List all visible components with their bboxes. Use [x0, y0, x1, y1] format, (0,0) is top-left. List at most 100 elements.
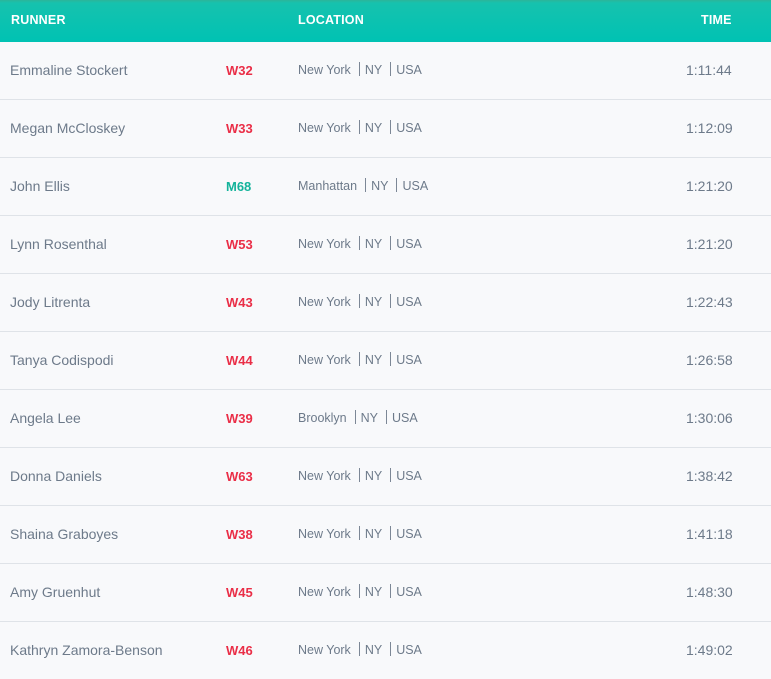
location-separator [358, 642, 360, 656]
location-city: New York [298, 353, 351, 367]
location-separator [358, 352, 360, 366]
location-country: USA [396, 643, 422, 657]
division-badge: W63 [226, 469, 253, 484]
location-separator [358, 584, 360, 598]
location-country: USA [396, 353, 422, 367]
table-body: Emmaline Stockert W32 New York NY USA 1:11:44… [0, 42, 771, 679]
location-separator [390, 468, 392, 482]
location-state: NY [364, 237, 383, 251]
runner-name[interactable]: Megan McCloskey [10, 100, 125, 157]
location-separator [358, 120, 360, 134]
table-header: RUNNER LOCATION TIME [0, 0, 771, 42]
location-city: New York [298, 469, 351, 483]
finish-time: 1:48:30 [686, 584, 733, 600]
division-badge: W38 [226, 527, 253, 542]
division-badge: W46 [226, 643, 253, 658]
column-header-runner[interactable]: RUNNER [11, 12, 66, 28]
location-separator [358, 526, 360, 540]
table-row[interactable]: Emmaline Stockert W32 New York NY USA 1:11:44 [0, 42, 771, 100]
finish-time: 1:21:20 [686, 236, 733, 252]
location-city: New York [298, 585, 351, 599]
table-row[interactable]: Angela Lee W39 Brooklyn NY USA 1:30:06 [0, 390, 771, 448]
location-state: NY [364, 295, 383, 309]
location-country: USA [396, 63, 422, 77]
finish-time: 1:41:18 [686, 526, 733, 542]
location-separator [390, 642, 392, 656]
runner-location: New York NY USA [298, 622, 422, 679]
location-city: New York [298, 527, 351, 541]
runner-location: New York NY USA [298, 332, 422, 389]
runner-name[interactable]: Jody Litrenta [10, 274, 90, 331]
location-state: NY [364, 585, 383, 599]
location-country: USA [402, 179, 429, 193]
runner-location: New York NY USA [298, 448, 422, 505]
division-badge: W44 [226, 353, 253, 368]
location-city: New York [298, 643, 351, 657]
location-country: USA [396, 527, 422, 541]
runner-name[interactable]: Lynn Rosenthal [10, 216, 107, 273]
runner-name[interactable]: Kathryn Zamora-Benson [10, 622, 163, 679]
division-badge: M68 [226, 179, 252, 194]
location-city: Manhattan [298, 179, 358, 193]
location-country: USA [396, 237, 422, 251]
runner-location: New York NY USA [298, 42, 422, 99]
location-state: NY [364, 353, 383, 367]
runner-location: New York NY USA [298, 274, 422, 331]
runner-name[interactable]: Angela Lee [10, 390, 81, 447]
location-separator [358, 62, 360, 76]
column-header-location[interactable]: LOCATION [298, 12, 364, 28]
location-state: NY [364, 63, 383, 77]
runner-location: New York NY USA [298, 100, 422, 157]
finish-time: 1:49:02 [686, 642, 733, 658]
location-country: USA [392, 411, 418, 425]
table-row[interactable]: John Ellis M68 Manhattan NY USA 1:21:20 [0, 158, 771, 216]
finish-time: 1:21:20 [686, 178, 733, 194]
table-row[interactable]: Lynn Rosenthal W53 New York NY USA 1:21:20 [0, 216, 771, 274]
location-separator [358, 468, 360, 482]
column-header-time[interactable]: TIME [701, 12, 732, 28]
finish-time: 1:12:09 [686, 120, 733, 136]
runner-location: Manhattan NY USA [298, 158, 428, 215]
table-row[interactable]: Shaina Graboyes W38 New York NY USA 1:41:18 [0, 506, 771, 564]
finish-time: 1:38:42 [686, 468, 733, 484]
finish-time: 1:22:43 [686, 294, 733, 310]
division-badge: W32 [226, 63, 253, 78]
location-state: NY [371, 179, 389, 193]
location-country: USA [396, 121, 422, 135]
runner-name[interactable]: Shaina Graboyes [10, 506, 118, 563]
runner-location: Brooklyn NY USA [298, 390, 418, 447]
location-separator [396, 178, 398, 192]
table-row[interactable]: Kathryn Zamora-Benson W46 New York NY USA 1:4… [0, 622, 771, 679]
location-separator [358, 294, 360, 308]
table-row[interactable]: Amy Gruenhut W45 New York NY USA 1:48:30 [0, 564, 771, 622]
runner-name[interactable]: Donna Daniels [10, 448, 102, 505]
runner-name[interactable]: Tanya Codispodi [10, 332, 114, 389]
location-state: NY [364, 469, 383, 483]
division-badge: W33 [226, 121, 253, 136]
location-separator [390, 352, 392, 366]
runner-name[interactable]: John Ellis [10, 158, 70, 215]
location-state: NY [364, 643, 383, 657]
table-row[interactable]: Donna Daniels W63 New York NY USA 1:38:42 [0, 448, 771, 506]
runner-location: New York NY USA [298, 564, 422, 621]
location-separator [390, 236, 392, 250]
location-separator [386, 410, 388, 424]
location-country: USA [396, 469, 422, 483]
finish-time: 1:11:44 [686, 62, 732, 78]
finish-time: 1:30:06 [686, 410, 733, 426]
division-badge: W43 [226, 295, 253, 310]
runner-location: New York NY USA [298, 506, 422, 563]
location-city: New York [298, 295, 351, 309]
location-country: USA [396, 295, 422, 309]
table-row[interactable]: Tanya Codispodi W44 New York NY USA 1:26:58 [0, 332, 771, 390]
division-badge: W39 [226, 411, 253, 426]
runner-location: New York NY USA [298, 216, 422, 273]
table-row[interactable]: Jody Litrenta W43 New York NY USA 1:22:43 [0, 274, 771, 332]
finish-time: 1:26:58 [686, 352, 733, 368]
location-separator [358, 236, 360, 250]
location-separator [390, 526, 392, 540]
location-separator [354, 410, 356, 424]
table-row[interactable]: Megan McCloskey W33 New York NY USA 1:12:09 [0, 100, 771, 158]
runner-name[interactable]: Amy Gruenhut [10, 564, 100, 621]
runner-name[interactable]: Emmaline Stockert [10, 42, 127, 99]
